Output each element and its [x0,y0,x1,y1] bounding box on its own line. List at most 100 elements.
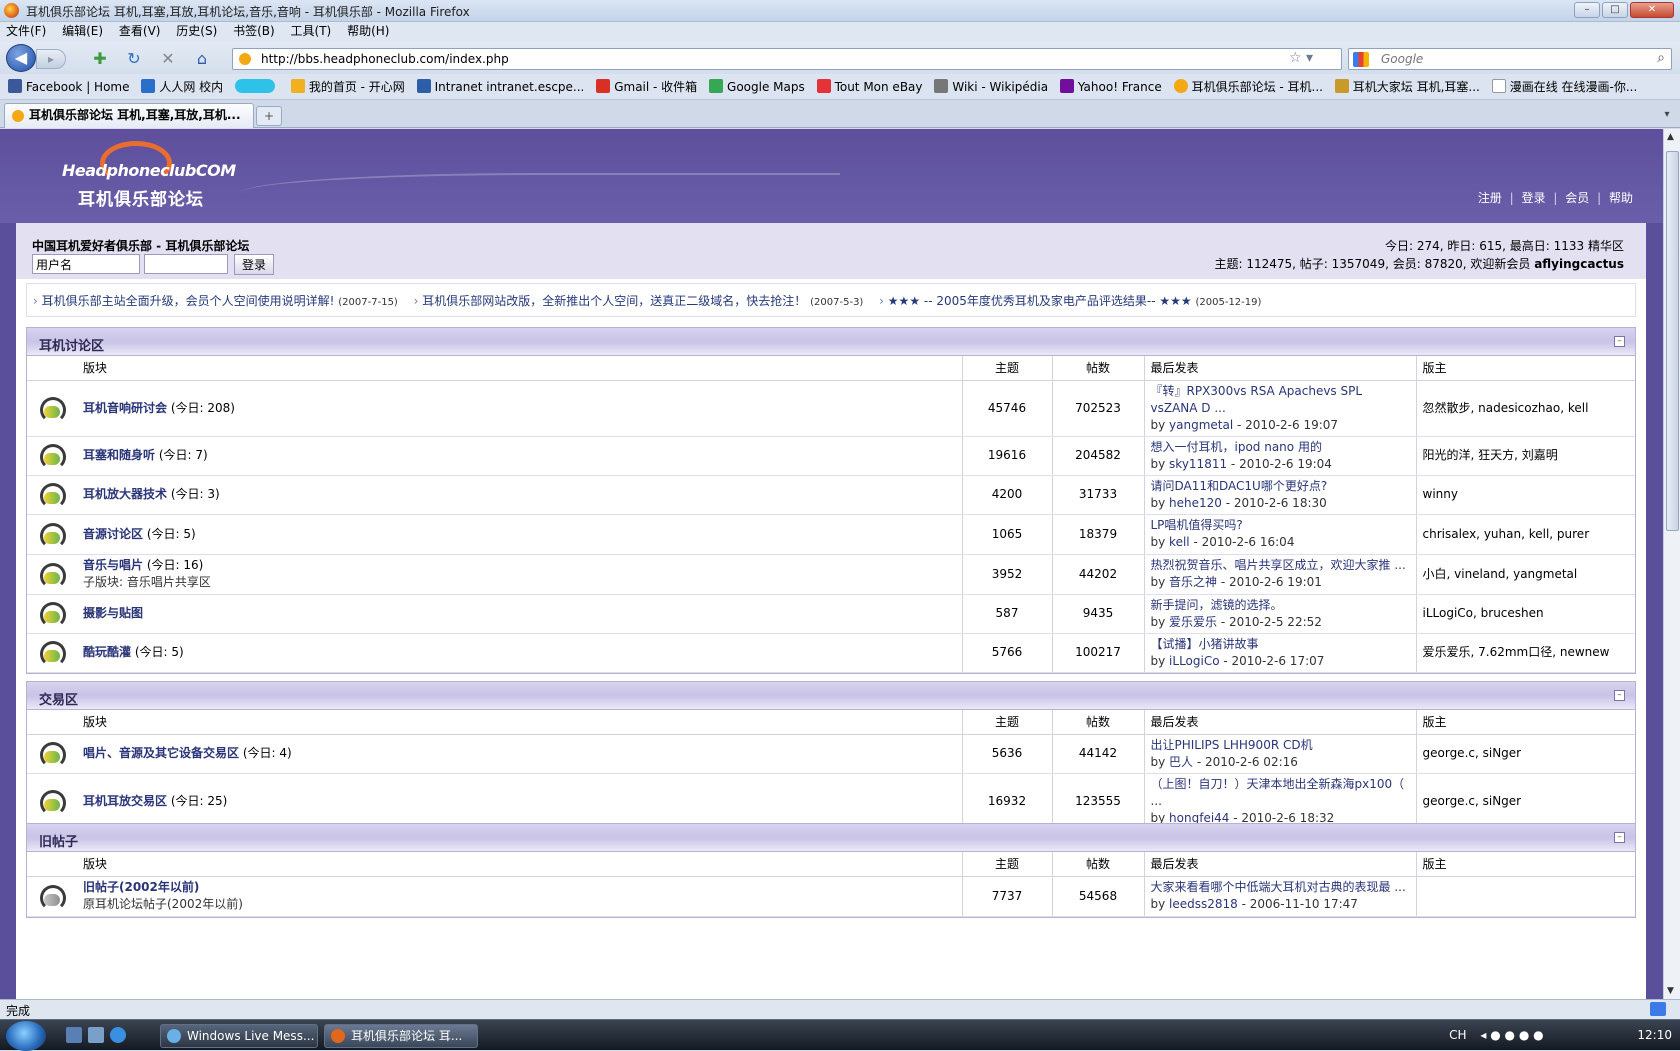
last-post-user[interactable]: kell [1169,535,1190,549]
forum-name-link[interactable]: 音源讨论区 [83,527,143,541]
last-post-link[interactable]: 『转』RPX300vs RSA Apachevs SPL vsZANA D ..… [1151,383,1410,417]
bookmark-item[interactable]: 耳机俱乐部论坛 - 耳机... [1173,74,1323,99]
start-button[interactable] [6,1021,46,1051]
bookmark-item[interactable]: Tout Mon eBay [816,74,923,99]
url-bar[interactable]: ☆ ▾ [232,48,1342,70]
last-post-link[interactable]: 热烈祝贺音乐、唱片共享区成立，欢迎大家推 ... [1151,557,1410,574]
forum-moderators[interactable]: 爱乐爱乐, 7.62mm口径, newnew [1415,633,1635,673]
last-post-user[interactable]: iLLogiCo [1169,654,1220,668]
bookmark-star-icon[interactable]: ☆ ▾ [1289,50,1313,66]
new-tab-button[interactable]: + [256,106,282,126]
category-title[interactable]: 交易区 [39,689,78,708]
maximize-button[interactable]: □ [1602,2,1628,18]
forum-moderators[interactable]: george.c, siNger [1415,773,1635,830]
forum-name-link[interactable]: 耳塞和随身听 [83,448,155,462]
page-scrollbar[interactable]: ▲ ▼ [1663,129,1680,999]
forward-button[interactable]: ▸ [36,49,66,69]
collapse-icon[interactable]: – [1614,832,1625,843]
last-post-link[interactable]: 出让PHILIPS LHH900R CD机 [1151,737,1410,754]
login-button[interactable]: 登录 [234,254,274,275]
category-title[interactable]: 旧帖子 [39,831,78,850]
category-title[interactable]: 耳机讨论区 [39,335,104,354]
forum-name-link[interactable]: 摄影与贴图 [83,606,143,620]
menu-file[interactable]: 文件(F) [0,22,52,40]
taskbar-messenger[interactable]: Windows Live Mess... [160,1024,318,1048]
site-logo[interactable]: HeadphoneclubCOM 耳机俱乐部论坛 [58,139,236,210]
minimize-button[interactable]: – [1574,2,1600,18]
menu-edit[interactable]: 编辑(E) [56,22,109,40]
forum-name-link[interactable]: 旧帖子(2002年以前) [83,880,199,894]
bookmark-item[interactable]: Gmail - 收件箱 [596,74,697,99]
forum-name-link[interactable]: 耳机耳放交易区 [83,794,167,808]
register-link[interactable]: 注册 [1478,191,1502,205]
forum-subforum[interactable]: 原耳机论坛帖子(2002年以前) [83,896,956,913]
reload-icon[interactable]: ↻ [124,49,144,69]
collapse-icon[interactable]: – [1614,336,1625,347]
forum-subforum[interactable]: 子版块: 音乐唱片共享区 [83,574,956,591]
last-post-link[interactable]: 大家来看看哪个中低端大耳机对古典的表现最 ... [1151,879,1410,896]
announcement-item[interactable]: ★★★ -- 2005年度优秀耳机及家电产品评选结果-- ★★★ (2005-1… [879,292,1262,309]
forum-name-link[interactable]: 唱片、音源及其它设备交易区 [83,746,239,760]
forum-moderators[interactable]: chrisalex, yuhan, kell, purer [1415,514,1635,555]
last-post-user[interactable]: 巴人 [1169,755,1193,769]
forum-moderators[interactable] [1415,876,1635,917]
back-button[interactable]: ◀ [6,44,36,72]
scroll-down-icon[interactable]: ▼ [1667,986,1674,996]
tab-active[interactable]: 耳机俱乐部论坛 耳机,耳塞,耳放,耳机... [4,103,254,128]
taskbar-firefox[interactable]: 耳机俱乐部论坛 耳... [324,1024,478,1048]
announcement-item[interactable]: 耳机俱乐部主站全面升级，会员个人空间使用说明详解! (2007-7-15) [33,292,398,309]
announcement-item[interactable]: 耳机俱乐部网站改版，全新推出个人空间，送真正二级域名，快去抢注！ (2007-5… [414,292,863,309]
menu-bookmarks[interactable]: 书签(B) [227,22,281,40]
bookmark-item[interactable]: 我的首页 - 开心网 [290,74,405,99]
members-link[interactable]: 会员 [1565,191,1589,205]
bookmark-item[interactable]: Intranet intranet.escpe... [416,74,584,99]
search-input[interactable] [1381,51,1631,67]
language-indicator[interactable]: CH [1449,1028,1466,1042]
search-icon[interactable]: ⌕ [1657,50,1665,66]
menu-help[interactable]: 帮助(H) [341,22,395,40]
last-post-user[interactable]: 音乐之神 [1169,575,1217,589]
forum-moderators[interactable]: winny [1415,475,1635,515]
explorer-icon[interactable] [88,1027,104,1043]
search-bar[interactable]: ⌕ [1348,48,1672,70]
forum-name-link[interactable]: 音乐与唱片 [83,558,143,572]
url-input[interactable] [261,51,1221,67]
last-post-link[interactable]: 想入一付耳机，ipod nano 用的 [1151,439,1410,456]
menu-history[interactable]: 历史(S) [170,22,223,40]
bookmark-item[interactable] [234,74,279,99]
bookmark-item[interactable]: Facebook | Home [8,74,130,99]
login-link[interactable]: 登录 [1522,191,1546,205]
stop-icon[interactable]: ✕ [158,49,178,69]
forum-moderators[interactable]: george.c, siNger [1415,734,1635,774]
new-tab-icon[interactable]: ✚ [90,49,110,69]
show-desktop-icon[interactable] [66,1027,82,1043]
last-post-user[interactable]: hehe120 [1169,496,1222,510]
menu-tools[interactable]: 工具(T) [285,22,338,40]
status-icon[interactable] [1650,1002,1666,1016]
password-field[interactable] [144,254,228,274]
ie-icon[interactable] [110,1027,126,1043]
scrollbar-thumb[interactable] [1666,151,1679,531]
last-post-user[interactable]: 爱乐爱乐 [1169,615,1217,629]
bookmark-item[interactable]: 耳机大家坛 耳机,耳塞... [1334,74,1480,99]
last-post-link[interactable]: 【试播】小猪讲故事 [1151,636,1410,653]
forum-name-link[interactable]: 耳机放大器技术 [83,487,167,501]
bookmark-item[interactable]: Wiki - Wikipédia [934,74,1048,99]
home-icon[interactable]: ⌂ [192,49,212,69]
clock[interactable]: 12:10 [1637,1028,1672,1042]
tray-icons[interactable]: ◂ ● ● ● ● [1480,1028,1543,1042]
bookmark-item[interactable]: 漫画在线 在线漫画-你... [1491,74,1637,99]
close-button[interactable]: ✕ [1630,2,1674,18]
username-field[interactable] [32,254,140,274]
menu-view[interactable]: 查看(V) [113,22,167,40]
newest-member-link[interactable]: aflyingcactus [1534,257,1624,271]
last-post-user[interactable]: sky11811 [1169,457,1227,471]
last-post-link[interactable]: 新手提问，滤镜的选择。 [1151,597,1410,614]
forum-moderators[interactable]: iLLogiCo, bruceshen [1415,594,1635,634]
bookmark-item[interactable]: Google Maps [709,74,805,99]
last-post-link[interactable]: （上图！自刀！）天津本地出全新森海px100（ ... [1151,776,1410,810]
forum-moderators[interactable]: 阳光的洋, 狂天方, 刘嘉明 [1415,436,1635,476]
forum-moderators[interactable]: 小白, vineland, yangmetal [1415,554,1635,595]
scroll-up-icon[interactable]: ▲ [1667,132,1674,142]
bookmark-item[interactable]: Yahoo! France [1059,74,1162,99]
